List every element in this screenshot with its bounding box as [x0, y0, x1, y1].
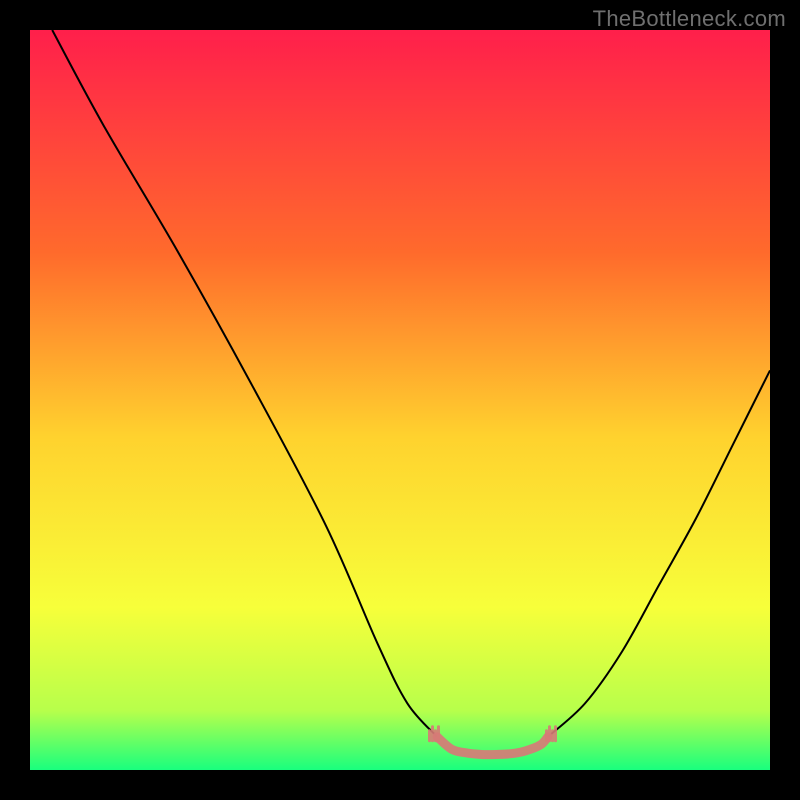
watermark-text: TheBottleneck.com	[593, 6, 786, 32]
gradient-background	[30, 30, 770, 770]
chart-area	[30, 30, 770, 770]
chart-svg	[30, 30, 770, 770]
